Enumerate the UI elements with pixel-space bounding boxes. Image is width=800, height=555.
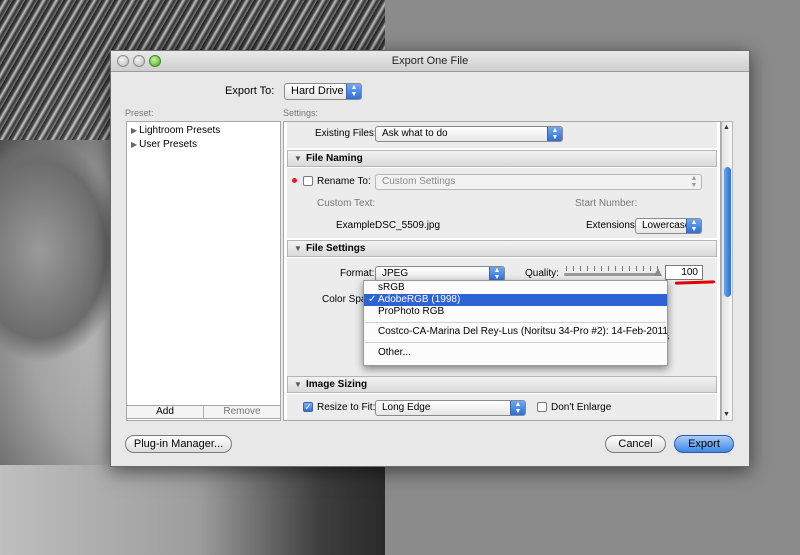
example-filename: DSC_5509.jpg [375,220,441,231]
resize-to-fit-label: Resize to Fit: [317,402,376,413]
disclosure-triangle-icon[interactable]: ▶ [131,126,137,135]
dont-enlarge-checkbox[interactable] [537,402,547,412]
existing-files-label: Existing Files: [315,128,377,139]
start-number-label: Start Number: [575,198,638,209]
checkmark-icon: ✓ [368,294,377,305]
preset-folder-user[interactable]: ▶ User Presets [131,139,197,150]
color-space-option-adobergb[interactable]: ✓ AdobeRGB (1998) [364,294,667,306]
remove-preset-button[interactable]: Remove [204,406,280,418]
preset-label: Preset: [125,108,154,118]
popup-arrows-icon: ▲ ▼ [547,127,562,141]
preset-folder-lightroom[interactable]: ▶ Lightroom Presets [131,125,220,136]
export-to-value: Hard Drive [291,85,344,97]
settings-label: Settings: [283,108,319,118]
resize-to-fit-checkbox[interactable]: ✓ [303,402,313,412]
rename-to-label: Rename To: [317,176,371,187]
scroll-up-icon[interactable]: ▲ [723,124,730,131]
add-preset-button[interactable]: Add [127,406,204,418]
disclosure-triangle-icon: ▼ [294,244,302,253]
menu-separator [365,342,666,343]
quality-slider-thumb[interactable] [654,268,662,276]
export-button[interactable]: Export [674,435,734,453]
settings-panel: Existing Files: Ask what to do ▲ ▼ ▼ File … [283,121,721,421]
file-settings-header[interactable]: ▼ File Settings [287,240,717,257]
file-naming-header[interactable]: ▼ File Naming [287,150,717,167]
quality-slider[interactable] [564,273,660,276]
dialog-title: Export One File [391,55,469,67]
required-indicator-icon [292,178,297,183]
popup-arrows-icon: ▲ ▼ [346,84,361,99]
format-label: Format: [340,268,375,279]
popup-arrows-icon: ▲ ▼ [510,401,525,415]
dont-enlarge-label: Don't Enlarge [551,402,612,413]
resize-to-fit-popup[interactable]: Long Edge ▲ ▼ [375,400,526,416]
extensions-popup[interactable]: Lowercase ▲ ▼ [635,218,702,234]
popup-arrows-icon: ▲ ▼ [686,219,701,233]
export-to-label: Export To: [225,85,275,97]
scrollbar-thumb[interactable] [724,167,731,297]
color-space-option-other[interactable]: Other... [364,347,667,359]
scroll-down-icon[interactable]: ▼ [723,411,730,418]
disclosure-triangle-icon: ▼ [294,380,302,389]
color-space-option-prophoto[interactable]: ProPhoto RGB [364,306,667,318]
export-dialog: Export One File Export To: Hard Drive ▲ ▼… [110,50,750,467]
preset-buttons-bar: Add Remove [126,405,281,419]
image-sizing-header[interactable]: ▼ Image Sizing [287,376,717,393]
quality-label: Quality: [525,268,559,279]
preset-list: ▶ Lightroom Presets ▶ User Presets [126,121,281,421]
color-space-menu: sRGB ✓ AdobeRGB (1998) ProPhoto RGB Costc… [363,280,668,366]
example-label: Example: [336,220,378,231]
quality-input[interactable]: 100 [665,265,703,280]
menu-separator [365,322,666,323]
background-bottom [0,465,385,555]
color-space-option-srgb[interactable]: sRGB [364,282,667,294]
extensions-label: Extensions: [586,220,638,231]
cancel-button[interactable]: Cancel [605,435,666,453]
title-bar[interactable]: Export One File [111,51,749,72]
quality-slider-ticks [566,266,661,271]
export-to-popup[interactable]: Hard Drive ▲ ▼ [284,83,362,100]
disclosure-triangle-icon: ▼ [294,154,302,163]
rename-to-popup[interactable]: Custom Settings ▲ ▼ [375,174,702,190]
custom-text-label: Custom Text: [317,198,376,209]
popup-arrows-icon: ▲ ▼ [690,175,698,189]
disclosure-triangle-icon[interactable]: ▶ [131,140,137,149]
existing-files-popup[interactable]: Ask what to do ▲ ▼ [375,126,563,142]
plugin-manager-button[interactable]: Plug-in Manager... [125,435,232,453]
settings-scrollbar[interactable]: ▲ ▼ [721,121,733,421]
color-space-option-costco-profile[interactable]: Costco-CA-Marina Del Rey-Lus (Noritsu 34… [364,326,668,338]
popup-arrows-icon: ▲ ▼ [489,267,504,281]
rename-to-checkbox[interactable] [303,176,313,186]
